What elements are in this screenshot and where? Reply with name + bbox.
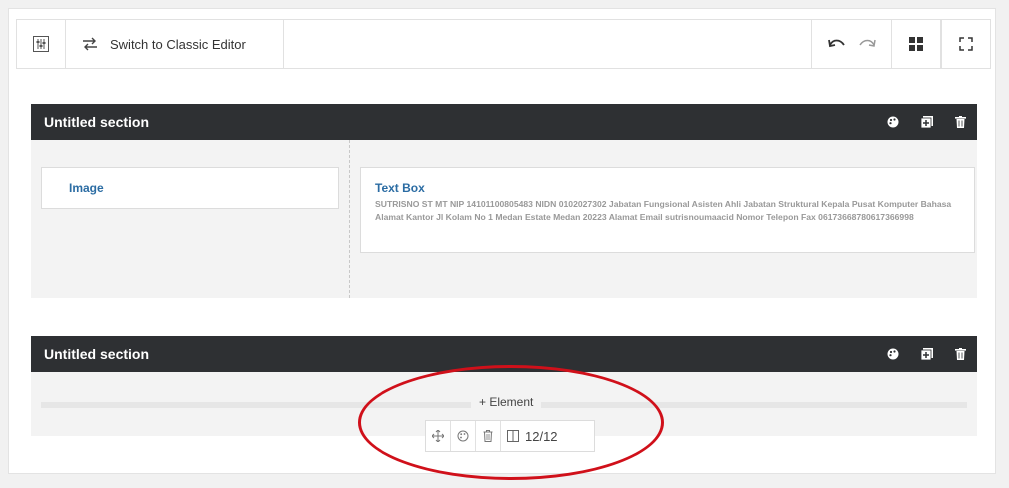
undo-redo-group [811,19,891,69]
redo-icon[interactable] [858,34,876,54]
section-header: Untitled section [31,336,977,372]
move-icon[interactable] [426,421,450,451]
switch-editor-label: Switch to Classic Editor [110,36,246,52]
switch-arrows-icon [83,37,97,51]
image-element-card[interactable]: Image [41,167,339,209]
column-width-label: 12/12 [525,428,558,444]
fullscreen-button[interactable] [941,19,991,69]
sliders-icon [33,36,49,52]
add-element-button[interactable]: + Element [471,395,542,409]
fullscreen-icon [959,37,973,51]
section-title: Untitled section [44,346,150,362]
undo-icon[interactable] [827,34,846,54]
columns-icon [507,430,519,442]
clone-icon[interactable] [921,348,933,360]
clone-icon[interactable] [921,116,933,128]
trash-icon[interactable] [955,116,967,128]
palette-icon[interactable] [887,348,899,360]
palette-icon[interactable] [887,116,899,128]
column-width-control[interactable]: 12/12 [501,429,558,444]
section-title: Untitled section [44,114,150,130]
layout-grid-button[interactable] [891,19,941,69]
text-box-card-body: SUTRISNO ST MT NIP 14101100805483 NIDN 0… [375,199,952,222]
column-palette-icon[interactable] [451,421,475,451]
text-box-element-card[interactable]: Text Box SUTRISNO ST MT NIP 141011008054… [360,167,975,253]
image-card-title: Image [69,181,104,195]
section-header: Untitled section [31,104,977,140]
grid-icon [909,37,923,51]
column-toolbar: 12/12 [425,420,595,452]
trash-icon[interactable] [955,348,967,360]
editor-toolbar: Switch to Classic Editor [16,19,991,69]
column-divider [349,140,350,298]
toolbar-spacer [284,19,811,69]
switch-to-classic-editor-button[interactable]: Switch to Classic Editor [66,19,284,69]
column-trash-icon[interactable] [476,421,500,451]
section-1: Untitled section Image Text Box SUTRISNO… [31,104,977,298]
text-box-card-title: Text Box [375,181,425,195]
section-body: Image Text Box SUTRISNO ST MT NIP 141011… [31,140,977,298]
settings-sliders-button[interactable] [16,19,66,69]
